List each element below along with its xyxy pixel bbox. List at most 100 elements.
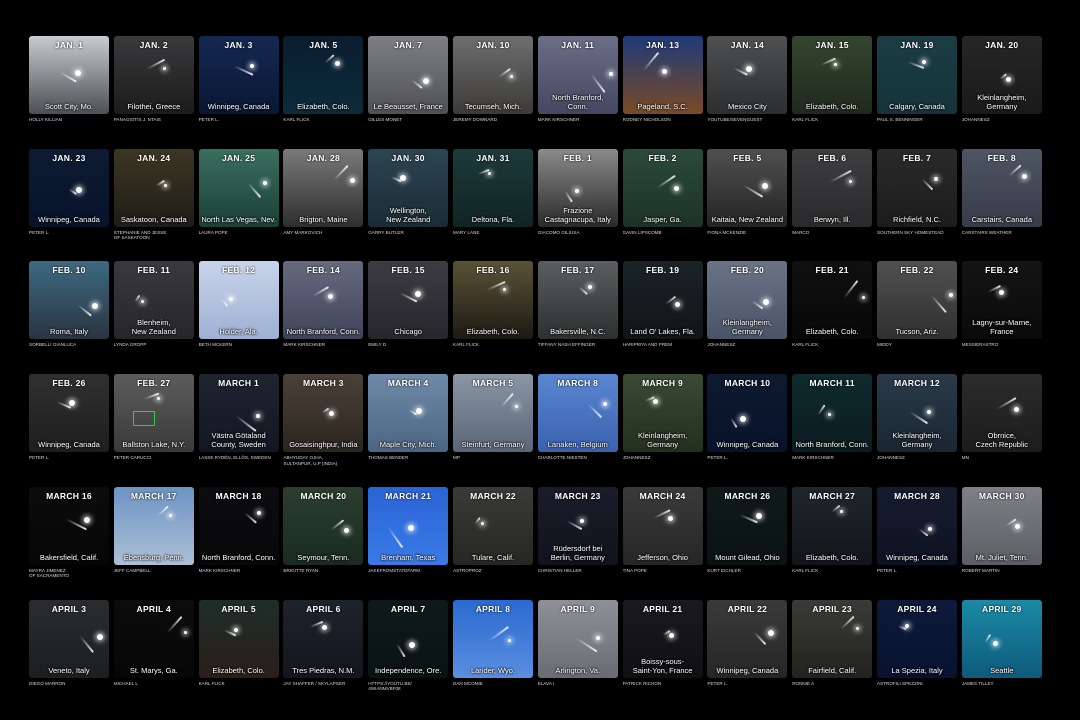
meteor-photo[interactable]: MARCH 9 Kleinlangheim, Germany xyxy=(622,374,703,453)
meteor-photo[interactable]: FEB. 16 Elizabeth, Colo. xyxy=(453,261,533,340)
meteor-photo-card[interactable]: MARCH 10 Winnipeg, Canada PETER L. xyxy=(707,374,788,461)
meteor-photo[interactable]: APRIL 3 Veneto, Italy xyxy=(29,599,109,678)
meteor-photo-card[interactable]: FEB. 10 Roma, Italy SORBELLI GIANLUCA xyxy=(29,261,109,348)
meteor-photo-card[interactable]: JAN. 23 Winnipeg, Canada PETER L. xyxy=(29,148,109,236)
meteor-photo-card[interactable]: FEB. 7 Richfield, N.C. SOUTHERN SKY HOMEST… xyxy=(877,148,957,236)
meteor-photo[interactable]: FEB. 22 Tucson, Ariz. xyxy=(877,261,957,340)
meteor-photo-card[interactable]: JAN. 19 Calgary, Canada PAUL S. BENNINGER xyxy=(877,36,957,123)
meteor-photo[interactable]: MARCH 4 Maple City, Mich. xyxy=(368,374,449,453)
meteor-photo[interactable]: Obrnice, Czech Republic xyxy=(961,374,1042,453)
meteor-photo[interactable]: FEB. 12 Holder, Ala. xyxy=(198,261,279,340)
meteor-photo-card[interactable]: APRIL 5 Elizabeth, Colo. KARL FLICK xyxy=(198,599,279,687)
meteor-photo[interactable]: JAN. 3 Winnipeg, Canada xyxy=(198,36,279,114)
meteor-photo-card[interactable]: JAN. 7 Le Beausset, France GILLES MONET xyxy=(368,36,449,123)
meteor-photo-card[interactable]: FEB. 20 Kleinlangheim, Germany JOHANNESZ xyxy=(707,261,788,348)
meteor-photo[interactable]: APRIL 21 Boissy-sous- Saint-Yon, France xyxy=(622,599,703,678)
meteor-photo[interactable]: MARCH 26 Mount Gilead, Ohio xyxy=(707,486,788,565)
meteor-photo[interactable]: MARCH 20 Seymour, Tenn. xyxy=(283,486,364,565)
meteor-photo-card[interactable]: MARCH 20 Seymour, Tenn. BRIGITTE RYAN xyxy=(283,486,364,574)
meteor-photo[interactable]: FEB. 19 Land O' Lakes, Fla. xyxy=(622,261,703,340)
meteor-photo-card[interactable]: FEB. 22 Tucson, Ariz. MIDDY xyxy=(877,261,957,348)
meteor-photo-card[interactable]: FEB. 6 Berwyn, Ill. MARCO xyxy=(792,148,873,236)
meteor-photo-card[interactable]: MARCH 17 Ebensburg, Penn. JEFF CAMPBELL xyxy=(113,486,194,574)
meteor-photo-card[interactable]: JAN. 30 Wellington, New Zealand GARRY BUTL… xyxy=(368,148,449,236)
meteor-photo-card[interactable]: APRIL 24 La Spezia, Italy ASTROFILI SPEZZI… xyxy=(877,599,957,687)
meteor-photo[interactable]: FEB. 1 Frazione Castagnacupa, Italy xyxy=(537,148,618,227)
meteor-photo[interactable]: JAN. 1 Scott City, Mo. xyxy=(29,36,109,114)
meteor-photo[interactable]: APRIL 6 Tres Piedras, N.M. xyxy=(283,599,364,678)
meteor-photo-card[interactable]: JAN. 20 Kleinlangheim, Germany JOHANNESZ xyxy=(961,36,1042,123)
meteor-photo[interactable]: MARCH 10 Winnipeg, Canada xyxy=(707,374,788,453)
meteor-photo[interactable]: MARCH 8 Lanaken, Belgium xyxy=(537,374,618,453)
meteor-photo-card[interactable]: MARCH 28 Winnipeg, Canada PETER L. xyxy=(877,486,957,574)
meteor-photo[interactable]: JAN. 13 Pageland, S.C. xyxy=(622,36,703,114)
meteor-photo-card[interactable]: MARCH 24 Jefferson, Ohio TINA POPE xyxy=(622,486,703,574)
meteor-photo[interactable]: APRIL 29 Seattle xyxy=(961,599,1042,678)
meteor-photo-card[interactable]: MARCH 30 Mt. Juliet, Tenn. ROBERT MARTIN xyxy=(961,486,1042,574)
meteor-photo-card[interactable]: JAN. 5 Elizabeth, Colo. KARL FLICK xyxy=(283,36,364,123)
meteor-photo-card[interactable]: FEB. 2 Jasper, Ga. GAVIN LIPSCOMB xyxy=(622,148,703,236)
meteor-photo-card[interactable]: JAN. 13 Pageland, S.C. RODNEY NICHOLSON xyxy=(622,36,703,123)
meteor-photo[interactable]: MARCH 16 Bakersfield, Calif. xyxy=(29,486,109,565)
meteor-photo[interactable]: FEB. 10 Roma, Italy xyxy=(29,261,109,340)
meteor-photo[interactable]: JAN. 20 Kleinlangheim, Germany xyxy=(961,36,1042,114)
meteor-photo-card[interactable]: JAN. 3 Winnipeg, Canada PETER L. xyxy=(198,36,279,123)
meteor-photo[interactable]: JAN. 31 Deltona, Fla. xyxy=(453,148,533,227)
meteor-photo[interactable]: JAN. 10 Tecumseh, Mich. xyxy=(453,36,533,114)
meteor-photo[interactable]: APRIL 24 La Spezia, Italy xyxy=(877,599,957,678)
meteor-photo[interactable]: FEB. 2 Jasper, Ga. xyxy=(622,148,703,227)
meteor-photo[interactable]: FEB. 15 Chicago xyxy=(368,261,449,340)
meteor-photo-card[interactable]: JAN. 31 Deltona, Fla. MARY LANE xyxy=(453,148,533,236)
meteor-photo[interactable]: FEB. 7 Richfield, N.C. xyxy=(877,148,957,227)
meteor-photo[interactable]: JAN. 28 Brigton, Maine xyxy=(283,148,364,227)
meteor-photo[interactable]: FEB. 14 North Branford, Conn. xyxy=(283,261,364,340)
meteor-photo[interactable]: APRIL 22 Winnipeg, Canada xyxy=(707,599,788,678)
meteor-photo[interactable]: JAN. 15 Elizabeth, Colo. xyxy=(792,36,873,114)
meteor-photo-card[interactable]: MARCH 22 Tulare, Calif. ASTROPROZ xyxy=(453,486,533,574)
meteor-photo-card[interactable]: FEB. 27 Ballston Lake, N.Y. PETER CARUCCI xyxy=(113,374,194,461)
meteor-photo[interactable]: MARCH 23 Rüdersdorf bei Berlin, Germany xyxy=(537,486,618,565)
meteor-photo-card[interactable]: FEB. 14 North Branford, Conn. MARK KIRSCHN… xyxy=(283,261,364,348)
meteor-photo[interactable]: MARCH 12 Kleinlangheim, Germany xyxy=(877,374,957,453)
meteor-photo[interactable]: MARCH 22 Tulare, Calif. xyxy=(453,486,533,565)
meteor-photo-card[interactable]: JAN. 1 Scott City, Mo. HOLLY KILLIAN xyxy=(29,36,109,123)
meteor-photo-card[interactable]: APRIL 9 Arlington, Va. ELAVA I. xyxy=(537,599,618,687)
meteor-photo[interactable]: APRIL 4 St. Marys, Ga. xyxy=(113,599,194,678)
meteor-photo[interactable]: JAN. 30 Wellington, New Zealand xyxy=(368,148,449,227)
meteor-photo-card[interactable]: FEB. 17 Bakersville, N.C. TIFFANY NASH EFF… xyxy=(537,261,618,348)
meteor-photo[interactable]: MARCH 27 Elizabeth, Colo. xyxy=(792,486,873,565)
meteor-photo[interactable]: APRIL 8 Lander, Wyo. xyxy=(453,599,533,678)
meteor-photo-card[interactable]: FEB. 8 Carstairs, Canada CARSTAIRS WEATHER xyxy=(961,148,1042,236)
meteor-photo-card[interactable]: JAN. 28 Brigton, Maine AMY MARKOVICH xyxy=(283,148,364,236)
meteor-photo[interactable]: JAN. 5 Elizabeth, Colo. xyxy=(283,36,364,114)
meteor-photo-card[interactable]: APRIL 4 St. Marys, Ga. MICHAEL L xyxy=(113,599,194,687)
meteor-photo[interactable]: JAN. 25 North Las Vegas, Nev. xyxy=(198,148,279,227)
meteor-photo[interactable]: FEB. 21 Elizabeth, Colo. xyxy=(792,261,873,340)
meteor-photo[interactable]: FEB. 17 Bakersville, N.C. xyxy=(537,261,618,340)
meteor-photo-card[interactable]: MARCH 12 Kleinlangheim, Germany JOHANNESZ xyxy=(877,374,957,461)
meteor-photo-card[interactable]: FEB. 16 Elizabeth, Colo. KARL FLICK xyxy=(453,261,533,348)
meteor-photo-card[interactable]: MARCH 4 Maple City, Mich. THOMAS BENDER xyxy=(368,374,449,461)
meteor-photo[interactable]: FEB. 11 Blenheim, New Zealand xyxy=(113,261,194,340)
meteor-photo-card[interactable]: APRIL 21 Boissy-sous- Saint-Yon, France PA… xyxy=(622,599,703,687)
meteor-photo-card[interactable]: JAN. 14 Mexico City YOUTUBE/SEVENGUEST xyxy=(707,36,788,123)
meteor-photo-card[interactable]: Obrnice, Czech Republic MN xyxy=(961,374,1042,461)
meteor-photo[interactable]: FEB. 26 Winnipeg, Canada xyxy=(29,374,109,453)
meteor-photo[interactable]: FEB. 24 Lagny-sur-Marne, France xyxy=(961,261,1042,340)
meteor-photo-card[interactable]: JAN. 15 Elizabeth, Colo. KARL FLICK xyxy=(792,36,873,123)
meteor-photo-card[interactable]: FEB. 1 Frazione Castagnacupa, Italy GIACOM… xyxy=(537,148,618,236)
meteor-photo-card[interactable]: JAN. 11 North Branford, Conn. MARK KIRSCHN… xyxy=(537,36,618,123)
meteor-photo-card[interactable]: JAN. 10 Tecumseh, Mich. JEREMY DOWNARD xyxy=(453,36,533,123)
meteor-photo[interactable]: FEB. 6 Berwyn, Ill. xyxy=(792,148,873,227)
meteor-photo[interactable]: JAN. 24 Saskatoon, Canada xyxy=(113,148,194,227)
meteor-photo-card[interactable]: MARCH 1 Västra Götaland County, Sweden LAS… xyxy=(198,374,279,461)
meteor-photo[interactable]: APRIL 9 Arlington, Va. xyxy=(537,599,618,678)
meteor-photo[interactable]: JAN. 2 Filothei, Greece xyxy=(113,36,194,114)
meteor-photo[interactable]: MARCH 21 Brenham, Texas xyxy=(368,486,449,565)
meteor-photo-card[interactable]: APRIL 29 Seattle JAMES TILLEY xyxy=(961,599,1042,687)
meteor-photo[interactable]: FEB. 8 Carstairs, Canada xyxy=(961,148,1042,227)
meteor-photo-card[interactable]: MARCH 5 Steinfurt, Germany MP xyxy=(453,374,533,461)
meteor-photo[interactable]: MARCH 18 North Branford, Conn. xyxy=(198,486,279,565)
meteor-photo-card[interactable]: FEB. 19 Land O' Lakes, Fla. HARIPRIYA AND … xyxy=(622,261,703,348)
meteor-photo-card[interactable]: MARCH 18 North Branford, Conn. MARK KIRSCH… xyxy=(198,486,279,574)
